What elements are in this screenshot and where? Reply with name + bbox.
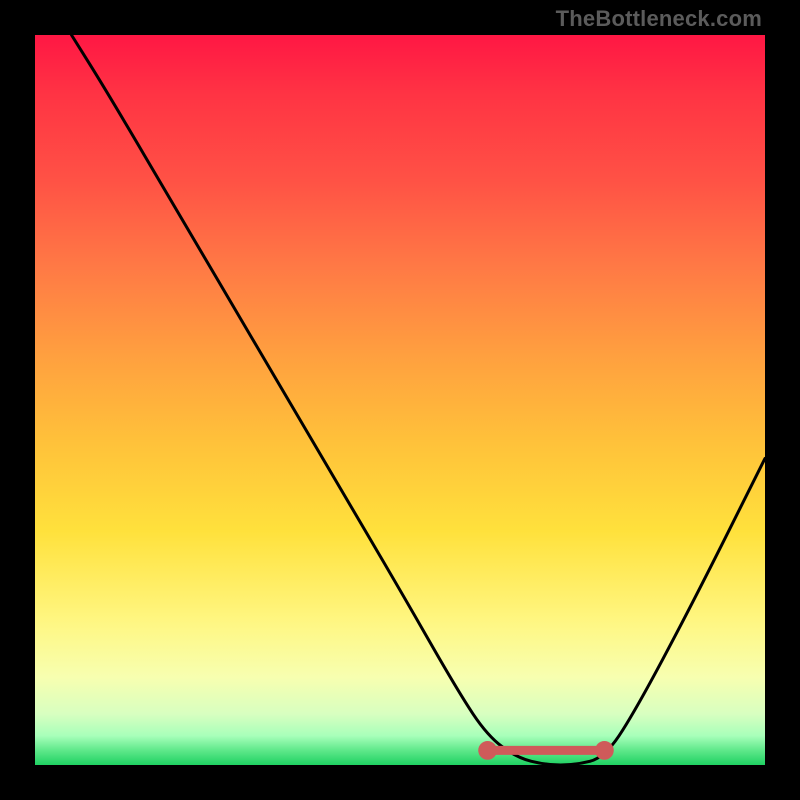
- bottleneck-curve: [72, 35, 766, 765]
- chart-frame: TheBottleneck.com: [0, 0, 800, 800]
- plot-area: [35, 35, 765, 765]
- curve-marker: [478, 741, 497, 760]
- curve-marker: [595, 741, 614, 760]
- watermark-text: TheBottleneck.com: [556, 6, 762, 32]
- bottleneck-curve-svg: [35, 35, 765, 765]
